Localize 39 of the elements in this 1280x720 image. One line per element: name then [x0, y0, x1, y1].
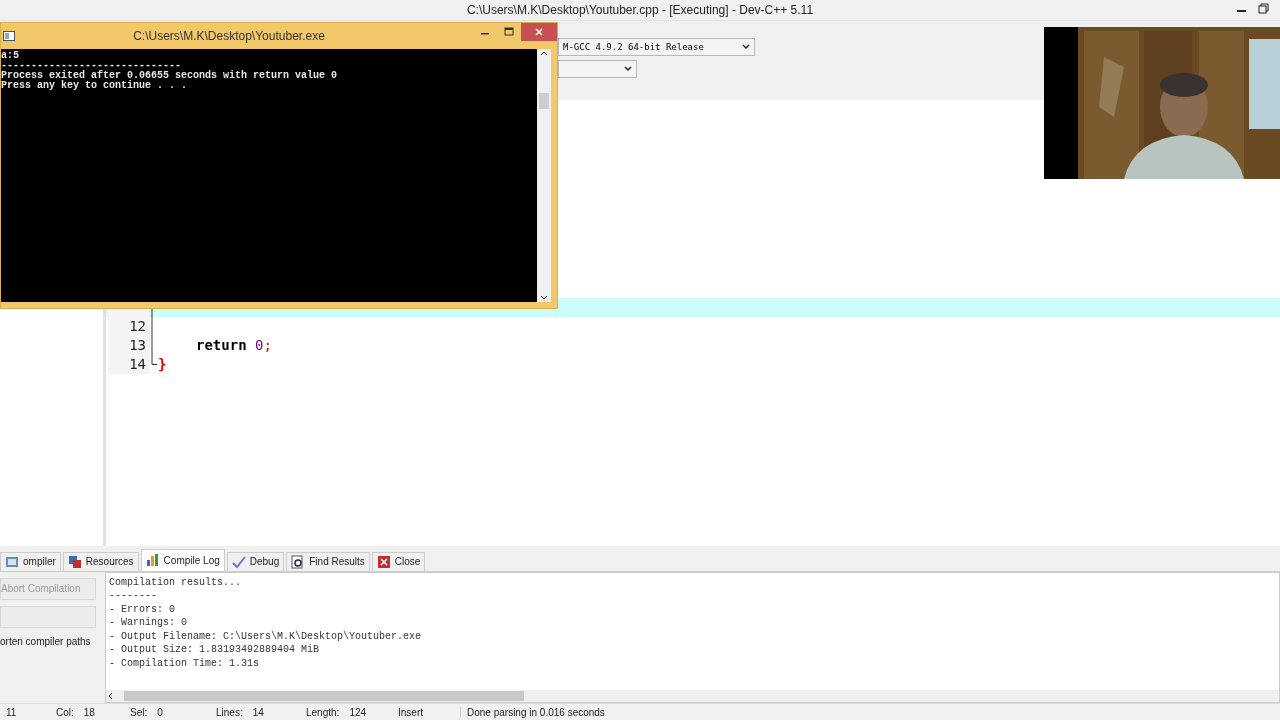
- status-value: 124: [349, 706, 367, 718]
- status-value: 14: [252, 706, 264, 718]
- checkmark-icon: [231, 554, 246, 569]
- scrollbar-thumb[interactable]: [539, 92, 549, 109]
- status-value: Insert: [398, 706, 423, 718]
- panel-tab[interactable]: Compile Log: [140, 548, 225, 571]
- status-label: Lines:: [216, 706, 243, 718]
- status-value: 18: [83, 706, 95, 718]
- panel-tab[interactable]: ompiler: [0, 551, 61, 571]
- status-value: 0: [157, 706, 163, 718]
- window-title: C:\Users\M.K\Desktop\Youtuber.cpp - [Executing] - Dev-C++ 5.11: [466, 2, 814, 17]
- console-title: C:\Users\M.K\Desktop\Youtuber.exe: [132, 29, 326, 43]
- status-value: Done parsing in 0.016 seconds: [467, 706, 605, 718]
- panel-tab[interactable]: Resources: [62, 551, 139, 571]
- console-icon: [3, 31, 15, 41]
- option-label: orten compiler paths: [0, 635, 92, 647]
- panel-tab[interactable]: Find Results: [286, 551, 370, 571]
- compiler-dropdown[interactable]: M-GCC 4.9.2 64-bit Release: [558, 37, 755, 56]
- find-icon: [291, 554, 306, 569]
- grid-icon: [5, 554, 19, 569]
- status-value: 11: [6, 706, 17, 718]
- maximize-icon[interactable]: [504, 27, 514, 37]
- status-label: Length:: [306, 706, 340, 718]
- status-label: Sel:: [130, 706, 148, 718]
- panel-tab[interactable]: Close: [371, 551, 426, 571]
- console-output: a:5 ------------------------------ Process exited after 0.06655 seconds with return value 0 Press any key to continue . . .: [1, 49, 339, 93]
- caret-icon: [742, 43, 750, 50]
- code-text: }: [158, 356, 167, 373]
- bar-chart-icon: [145, 553, 160, 568]
- caret-icon: [624, 65, 632, 72]
- close-icon: [534, 27, 544, 37]
- scrollbar-thumb[interactable]: [124, 691, 524, 702]
- status-label: Col:: [56, 706, 74, 718]
- windows-icon: [67, 554, 82, 569]
- close-icon: [376, 554, 391, 569]
- compile-log: Compilation results... -------- - Errors: 0 - Warnings: 0 - Output Filename: C:\Users\M.K\Desktop\Youtuber.exe - Output Size: 1.83193492889404 MiB - Compilation Time: 1.31s: [108, 575, 423, 671]
- restore-icon[interactable]: [1258, 2, 1270, 16]
- code-text: return 0;: [195, 337, 272, 354]
- panel-tab[interactable]: Debug: [226, 551, 285, 571]
